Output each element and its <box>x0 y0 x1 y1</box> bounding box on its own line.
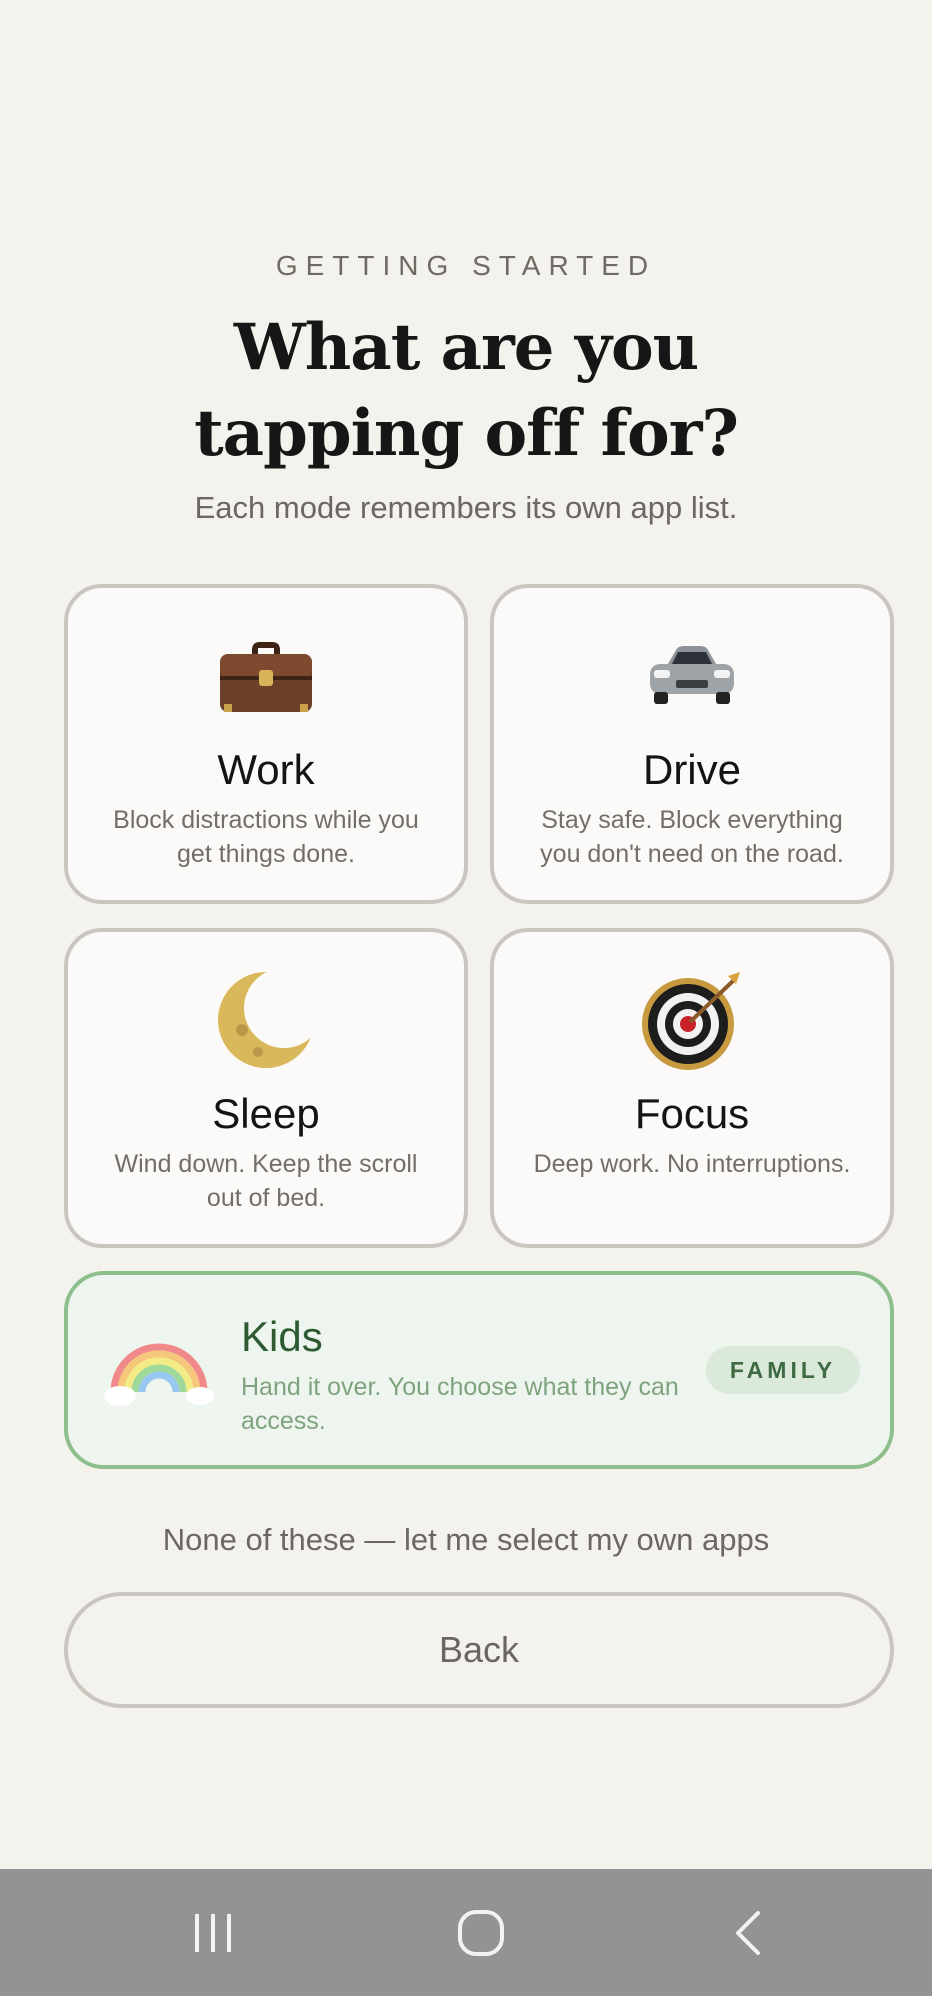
mode-name: Work <box>217 746 315 793</box>
mode-description: Deep work. No interruptions. <box>533 1150 851 1178</box>
back-icon[interactable] <box>710 1901 790 1965</box>
crescent-moon-icon <box>68 968 464 1072</box>
system-navigation-bar <box>0 1869 932 1996</box>
mode-card-drive[interactable]: Drive Stay safe. Block everything you do… <box>490 584 894 904</box>
mode-description: Block distractions while you get things … <box>113 806 419 868</box>
mode-description: Wind down. Keep the scroll out of bed. <box>114 1150 418 1212</box>
mode-card-kids[interactable]: Kids Hand it over. You choose what they … <box>64 1271 894 1469</box>
kids-name: Kids <box>241 1313 323 1360</box>
kids-description: Hand it over. You choose what they can a… <box>241 1373 679 1435</box>
mode-name: Drive <box>642 746 741 793</box>
eyebrow-label: GETTING STARTED <box>275 250 657 281</box>
mode-description: Stay safe. Block everything you don't ne… <box>540 806 844 868</box>
family-badge: FAMILY <box>706 1346 860 1394</box>
page-subtitle: Each mode remembers its own app list. <box>194 490 738 525</box>
page-title: What are you tapping off for? <box>194 310 739 471</box>
recents-icon[interactable] <box>173 1901 253 1965</box>
mode-name: Sleep <box>212 1090 320 1137</box>
briefcase-icon <box>68 636 464 716</box>
mode-name: Focus <box>634 1090 750 1137</box>
back-button[interactable]: Back <box>64 1592 894 1708</box>
car-icon <box>494 636 890 716</box>
select-own-apps-link[interactable]: None of these — let me select my own app… <box>0 1522 932 1558</box>
mode-card-work[interactable]: Work Block distractions while you get th… <box>64 584 468 904</box>
rainbow-icon <box>104 1330 214 1410</box>
mode-card-focus[interactable]: Focus Deep work. No interruptions. <box>490 928 894 1248</box>
home-icon[interactable] <box>441 1901 521 1965</box>
target-icon <box>494 968 890 1072</box>
mode-card-sleep[interactable]: Sleep Wind down. Keep the scroll out of … <box>64 928 468 1248</box>
